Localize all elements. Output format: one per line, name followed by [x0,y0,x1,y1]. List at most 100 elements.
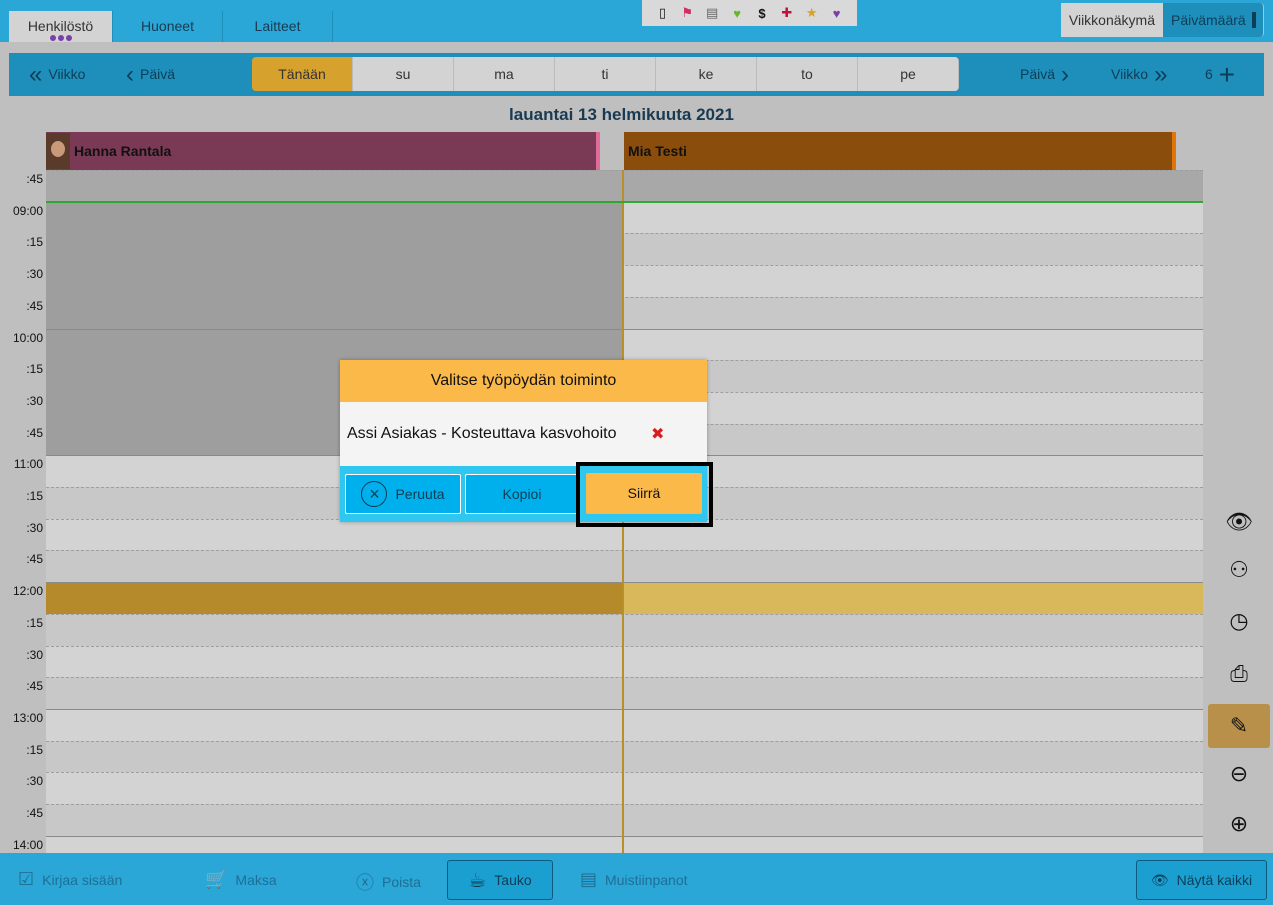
calendar-icon [1251,12,1256,28]
notes-label: Muistiinpanot [605,871,688,888]
break-button[interactable]: ☕ Tauko [447,860,553,900]
bottom-action-bar: ☑ Kirjaa sisään 🛒 Maksa ⓧ Poista ☕ Tauko… [0,853,1273,905]
broken-heart-icon[interactable]: ♥ [828,6,846,21]
dollar-icon[interactable]: $ [753,6,771,21]
show-all-label: Näytä kaikki [1176,872,1253,888]
clipboard-icon: ▤ [580,869,598,889]
day-ke[interactable]: ke [656,57,757,91]
grid-row-line [46,614,1203,646]
grid-row-line [46,170,1203,202]
resource-name: Hanna Rantala [74,143,172,159]
more-dots-icon[interactable] [49,35,72,41]
prev-day-label: Päivä [140,66,176,82]
day-ti[interactable]: ti [555,57,656,91]
time-label: :45 [26,806,43,820]
time-label: :30 [26,267,43,281]
day-count[interactable]: 6 + [1205,53,1235,96]
printer-icon[interactable]: ⎙ [1208,652,1270,696]
pay-button[interactable]: 🛒 Maksa [205,869,277,890]
day-ma[interactable]: ma [454,57,555,91]
grid-row-line [46,646,1203,678]
time-label: :30 [26,394,43,408]
flag-icon[interactable]: ⚑ [678,5,696,21]
time-label: :45 [26,679,43,693]
grid-row-line [46,329,1203,361]
resource-header-hanna[interactable]: Hanna Rantala [46,132,596,170]
tab-henkilosto[interactable]: Henkilöstö [9,11,113,42]
grid-row-line [46,582,1203,614]
time-label: :30 [26,648,43,662]
cancel-label: Peruuta [395,486,445,502]
dialog-title: Valitse työpöydän toiminto [340,360,707,402]
day-today[interactable]: Tänään [252,57,353,91]
copy-label: Kopioi [502,486,542,502]
phone-icon[interactable]: ▯ [653,5,671,21]
grid-row-line [46,265,1203,297]
grid-row-line [46,677,1203,709]
resource-color-strip [1172,132,1176,170]
cancel-button[interactable]: × Peruuta [345,474,461,514]
zoom-out-icon[interactable]: ⊖ [1208,752,1270,796]
prev-day-button[interactable]: ‹ Päivä [126,53,175,96]
grid-row-line [46,741,1203,773]
time-label: 13:00 [12,711,43,725]
tab-laitteet[interactable]: Laitteet [223,11,333,42]
prev-week-label: Viikko [48,66,86,82]
star-icon[interactable]: ★ [803,5,821,21]
clipboard-icon[interactable]: ▤ [703,5,721,21]
day-su[interactable]: su [353,57,454,91]
remove-x-icon[interactable]: ✖ [651,424,664,444]
plus-icon[interactable]: + [1219,53,1235,96]
eye-icon[interactable]: 👁 [1208,500,1270,544]
cart-icon: 🛒 [205,869,228,889]
resource-color-strip [596,132,600,170]
show-all-button[interactable]: 👁 Näytä kaikki [1136,860,1267,900]
coffee-cup-icon: ☕ [468,869,487,892]
next-week-button[interactable]: Viikko » [1111,53,1167,96]
time-label: :45 [26,172,43,186]
prev-week-button[interactable]: « Viikko [29,53,85,96]
time-label: :15 [26,235,43,249]
move-button[interactable]: Siirrä [586,473,702,514]
time-label: 12:00 [12,584,43,598]
heart-icon[interactable]: ♥ [728,6,746,21]
edit-notes-icon[interactable]: ✎ [1208,704,1270,748]
time-label: 09:00 [12,204,43,218]
circle-x-icon: × [361,481,388,507]
grid-row-line [46,709,1203,741]
copy-button[interactable]: Kopioi [465,474,579,514]
resource-name: Mia Testi [628,143,687,159]
time-label: 14:00 [12,838,43,852]
double-chevron-right-icon: » [1154,61,1168,88]
checkin-button[interactable]: ☑ Kirjaa sisään [18,869,122,890]
resource-tabs: Henkilöstö Huoneet Laitteet [9,11,333,42]
double-chevron-left-icon: « [29,61,43,88]
time-label: :30 [26,774,43,788]
time-label: 10:00 [12,331,43,345]
zoom-in-icon[interactable]: ⊕ [1208,802,1270,846]
delete-button[interactable]: ⓧ Poista [356,869,421,895]
cross-icon[interactable]: ✚ [778,5,796,21]
day-pe[interactable]: pe [858,57,959,91]
break-label: Tauko [494,872,532,888]
date-view-button[interactable]: Päivämäärä [1163,3,1264,37]
eye-icon: 👁 [1150,871,1169,888]
day-selector: Tänään su ma ti ke to pe [252,57,959,91]
checkin-label: Kirjaa sisään [42,871,123,888]
chevron-right-icon: › [1061,61,1070,88]
group-icon[interactable]: ⚇ [1208,548,1270,592]
time-column: :45 09:00:15:30:45 10:00:15:30:45 11:00:15:… [9,170,46,853]
tab-huoneet[interactable]: Huoneet [113,11,223,42]
next-day-button[interactable]: Päivä › [1020,53,1069,96]
tab-label: Laitteet [254,18,301,34]
resource-header-mia[interactable]: Mia Testi [624,132,1176,170]
time-label: :15 [26,489,43,503]
week-view-button[interactable]: Viikkonäkymä [1060,3,1163,37]
day-to[interactable]: to [757,57,858,91]
date-title: lauantai 13 helmikuuta 2021 [509,105,734,124]
top-bar: Henkilöstö Huoneet Laitteet ▯ ⚑ ▤ ♥ $ ✚ ★ ♥ Vii… [0,0,1273,42]
notes-button[interactable]: ▤ Muistiinpanot [580,869,688,890]
chevron-left-icon: ‹ [126,61,134,88]
time-label: :45 [26,552,43,566]
clock-icon[interactable]: ◷ [1208,599,1270,643]
